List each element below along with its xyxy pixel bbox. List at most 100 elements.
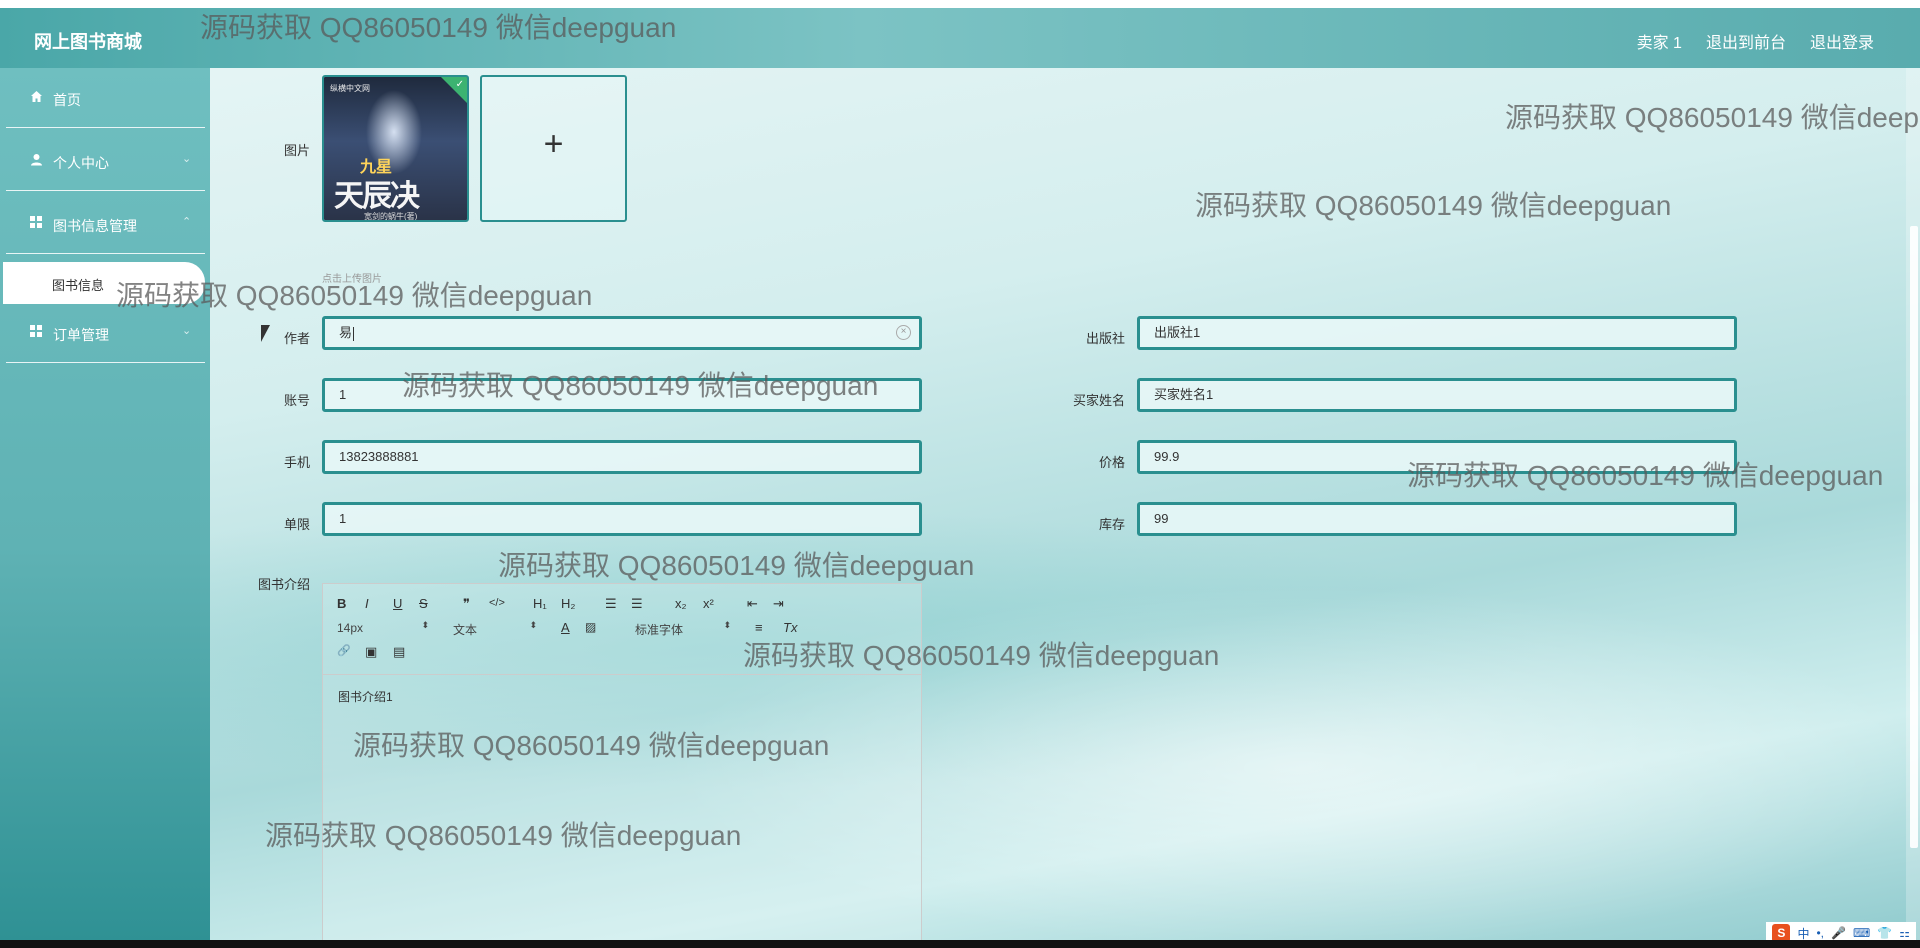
publisher-field[interactable]: 出版社1 [1137,316,1737,350]
font-family-select[interactable]: 标准字体 ⬍ [635,620,731,638]
phone-value: 13823888881 [339,449,419,464]
account-value: 1 [339,387,347,402]
code-block-button[interactable]: </> [489,597,505,609]
stock-value: 99 [1154,511,1169,526]
superscript-button[interactable]: x² [703,596,714,611]
select-arrows-icon: ⬍ [421,620,429,630]
watermark: 源码获取 QQ86050149 微信deepguan [116,280,593,311]
sidebar-item-label: 订单管理 [53,327,109,343]
bold-button[interactable]: B [337,596,346,611]
font-color-button[interactable]: A [561,620,570,635]
heading-1-button[interactable]: H₁ [533,596,547,611]
editor-content[interactable]: 图书介绍1 [338,688,393,705]
app-screen: 网上图书商城 卖家 1 退出到前台 退出登录 首页 个人中心 ⌄ 图书信息管理 … [0,8,1920,940]
divider [6,190,205,191]
brand-title: 网上图书商城 [34,32,142,52]
stock-label: 库存 [1098,517,1125,532]
microphone-icon[interactable]: 🎤 [1831,926,1846,940]
header-select[interactable]: 文本 ⬍ [453,620,537,638]
header-value: 文本 [453,623,478,637]
intro-label: 图书介绍 [257,577,310,592]
ime-punctuation-toggle[interactable]: •, [1816,926,1824,940]
stock-field[interactable]: 99 [1137,502,1737,536]
watermark: 源码获取 QQ86050149 微信deepguan [1195,190,1672,221]
book-cover-image: ✓ 纵横中文网 九星 天辰决 宽剑的蜗牛(著) [324,77,467,220]
image-icon[interactable]: ▣ [365,644,377,660]
ime-toolbar[interactable]: S 中 •, 🎤 ⌨ 👕 ⚏ [1766,922,1916,940]
limit-label: 单限 [283,517,310,532]
limit-value: 1 [339,511,347,526]
chevron-down-icon: ⌄ [182,325,192,337]
skin-icon[interactable]: 👕 [1877,926,1892,940]
grid-icon [30,325,44,339]
sidebar-item-personal-center[interactable]: 个人中心 ⌄ [0,133,205,191]
align-button[interactable]: ≡ [755,620,763,635]
ime-logo[interactable]: S [1772,924,1791,940]
cover-publisher: 纵横中文网 [330,84,370,93]
publisher-value: 出版社1 [1154,325,1201,340]
sidebar-item-home[interactable]: 首页 [0,70,205,128]
scrollbar[interactable] [1906,68,1920,940]
strikethrough-button[interactable]: S [419,596,428,611]
account-label: 账号 [283,393,310,408]
chevron-down-icon: ⌄ [182,153,192,165]
phone-label: 手机 [283,455,310,470]
home-icon [30,90,44,104]
italic-button[interactable]: I [365,596,369,611]
sidebar-item-label: 图书信息管理 [53,218,137,234]
watermark: 源码获取 QQ86050149 微信deepguan [402,370,879,401]
keyboard-icon[interactable]: ⌨ [1853,926,1870,940]
watermark: 源码获取 QQ86050149 微信deepguan [353,730,830,761]
plus-icon: + [543,125,564,163]
limit-field[interactable]: 1 [322,502,922,536]
top-nav: 卖家 1 退出到前台 退出登录 [1637,29,1874,53]
background-color-button[interactable]: ▨ [585,620,596,634]
taskbar-edge [0,940,1920,948]
ime-menu-icon[interactable]: ⚏ [1899,926,1910,940]
buyer-name-label: 买家姓名 [1072,393,1125,408]
clear-format-button[interactable]: Tx [783,620,797,635]
divider [6,253,205,254]
watermark: 源码获取 QQ86050149 微信deepguan [1505,102,1920,133]
indent-button[interactable]: ⇥ [773,596,784,612]
ordered-list-button[interactable]: ☰ [605,596,617,612]
subscript-button[interactable]: x₂ [675,596,687,611]
scrollbar-thumb[interactable] [1910,226,1918,848]
author-field[interactable]: 易 × [322,316,922,350]
grid-icon [30,216,44,230]
bullet-list-button[interactable]: ☰ [631,596,643,612]
check-icon: ✓ [455,79,464,90]
back-to-front-link[interactable]: 退出到前台 [1706,29,1786,53]
upload-add-button[interactable]: + [480,75,627,222]
watermark: 源码获取 QQ86050149 微信deepguan [743,640,1220,671]
logout-link[interactable]: 退出登录 [1810,29,1874,53]
user-icon [30,153,44,167]
blockquote-button[interactable]: ❞ [463,596,470,612]
publisher-label: 出版社 [1085,331,1125,346]
author-value: 易 [339,325,353,340]
video-icon[interactable]: ▤ [393,644,405,660]
underline-button[interactable]: U [393,596,402,611]
price-label: 价格 [1098,455,1125,470]
cover-author-line: 宽剑的蜗牛(著) [364,212,418,221]
sidebar-item-label: 个人中心 [53,155,109,171]
uploaded-cover-thumbnail[interactable]: ✓ 纵横中文网 九星 天辰决 宽剑的蜗牛(著) [322,75,469,222]
chevron-up-icon: ⌃ [182,216,192,228]
divider [6,362,205,363]
ime-language-toggle[interactable]: 中 [1797,925,1809,941]
link-icon[interactable]: 🔗 [337,644,351,657]
cover-title: 天辰决 [334,179,420,214]
mouse-cursor-icon [261,325,270,342]
phone-field[interactable]: 13823888881 [322,440,922,474]
font-size-select[interactable]: 14px ⬍ [337,620,429,635]
clear-icon[interactable]: × [896,325,911,340]
author-label: 作者 [283,331,310,346]
sidebar-item-label: 首页 [53,92,81,108]
sidebar-item-book-management[interactable]: 图书信息管理 ⌃ [0,196,205,254]
seller-account-link[interactable]: 卖家 1 [1637,29,1682,53]
price-value: 99.9 [1154,449,1180,464]
outdent-button[interactable]: ⇤ [747,596,758,612]
buyer-name-field[interactable]: 买家姓名1 [1137,378,1737,412]
select-arrows-icon: ⬍ [529,620,537,630]
heading-2-button[interactable]: H₂ [561,596,575,611]
